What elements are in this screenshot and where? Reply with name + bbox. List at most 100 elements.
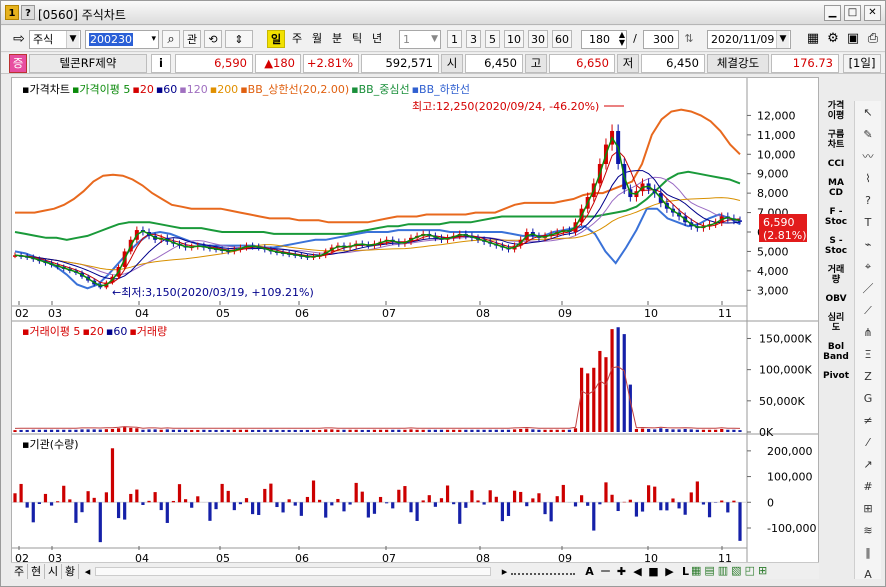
drawing-tool-icon[interactable]: ≋ bbox=[857, 522, 879, 540]
drawing-tool-icon[interactable]: ⋔ bbox=[857, 324, 879, 342]
institution-bar bbox=[318, 499, 322, 503]
zoom-a-button[interactable]: A bbox=[581, 564, 598, 579]
chart-area[interactable]: 12,00011,00010,0009,0008,0007,0006,0005,… bbox=[11, 77, 819, 573]
drawing-tool-icon[interactable]: G bbox=[857, 390, 879, 408]
info-button[interactable]: i bbox=[151, 54, 171, 73]
stop-button[interactable]: ■ bbox=[645, 564, 662, 579]
help-icon[interactable]: ? bbox=[21, 5, 35, 20]
x-month-label: 04 bbox=[135, 307, 149, 320]
volume-bar bbox=[506, 429, 511, 432]
drawing-tool-icon[interactable]: ⁄ bbox=[857, 434, 879, 452]
drawing-tool-icon[interactable]: Ξ bbox=[857, 346, 879, 364]
close-button[interactable]: ✕ bbox=[864, 5, 881, 21]
drawing-tool-icon[interactable]: ⟋ bbox=[857, 302, 879, 320]
print-icon[interactable]: ⎙ bbox=[864, 30, 882, 48]
institution-bar bbox=[311, 480, 316, 503]
stepper-arrows-icon[interactable]: ▲ ▼ bbox=[619, 31, 625, 47]
volume-bar bbox=[391, 429, 395, 432]
search-button[interactable]: ⌕ bbox=[162, 30, 180, 48]
period-minute-button[interactable]: 분 bbox=[329, 30, 345, 48]
stock-code-input[interactable]: 200230 ▾ bbox=[85, 30, 159, 49]
chevron-down-icon[interactable]: ▼ bbox=[431, 31, 438, 48]
export-icons[interactable]: ▦▤▥▧◰⊞ bbox=[691, 564, 819, 578]
drawing-tool-icon[interactable]: ? bbox=[857, 192, 879, 210]
drawing-tool-icon[interactable]: ⌁ bbox=[857, 236, 879, 254]
period-tick-button[interactable]: 틱 bbox=[349, 30, 365, 48]
count-input[interactable]: 180 ▲ ▼ bbox=[581, 30, 627, 49]
scroll-left-icon[interactable]: ◂ bbox=[79, 564, 96, 579]
volume-bar bbox=[732, 429, 736, 432]
tab-hyeon[interactable]: 현 bbox=[28, 564, 45, 579]
drawing-tool-icon[interactable]: ⌇ bbox=[857, 170, 879, 188]
y-tick-label: 100,000 bbox=[767, 471, 813, 484]
chevron-down-icon[interactable]: ▼ bbox=[776, 31, 789, 48]
drawing-tool-icon[interactable]: ‖ bbox=[857, 544, 879, 562]
gwan-button[interactable]: 관 bbox=[183, 30, 201, 48]
period-week-button[interactable]: 주 bbox=[289, 30, 305, 48]
total-input[interactable]: 300 bbox=[643, 30, 679, 49]
date-select[interactable]: 2020/11/09 ▼ bbox=[707, 30, 791, 49]
institution-legend: ▪기관(수량) bbox=[22, 436, 81, 452]
zoom-in-button[interactable]: ✚ bbox=[613, 564, 630, 579]
drawing-tool-icon[interactable]: ⌖ bbox=[857, 258, 879, 276]
window-number-badge[interactable]: 1 bbox=[5, 5, 19, 20]
zoom-out-button[interactable]: ー bbox=[597, 564, 614, 579]
indicator-button[interactable]: Bol Band bbox=[821, 342, 851, 362]
sync-icon[interactable]: ⟲ bbox=[204, 30, 222, 48]
indicator-button[interactable]: MA CD bbox=[821, 178, 851, 198]
indicator-button[interactable]: 심리 도 bbox=[821, 313, 851, 333]
period-day-button[interactable]: 일 bbox=[267, 30, 285, 48]
market-toggle-icon[interactable]: ⇨ bbox=[9, 30, 29, 48]
settings-icon[interactable]: ⇅ bbox=[681, 30, 697, 48]
next-button[interactable]: ▶ bbox=[661, 564, 678, 579]
quick-3-button[interactable]: 3 bbox=[466, 30, 481, 48]
prev-button[interactable]: ◀ bbox=[629, 564, 646, 579]
interval-select[interactable]: 1 ▼ bbox=[399, 30, 441, 49]
drawing-tool-icon[interactable]: Z bbox=[857, 368, 879, 386]
chevron-down-icon[interactable]: ▼ bbox=[66, 31, 79, 48]
quick-1-button[interactable]: 1 bbox=[447, 30, 462, 48]
maximize-button[interactable]: □ bbox=[844, 5, 861, 21]
indicator-button[interactable]: CCI bbox=[821, 159, 851, 169]
drawing-tool-icon[interactable]: ↗ bbox=[857, 456, 879, 474]
indicator-button[interactable]: 구름 차트 bbox=[821, 130, 851, 150]
drawing-tool-icon[interactable]: ⊞ bbox=[857, 500, 879, 518]
indicator-button[interactable]: 가격 이평 bbox=[821, 101, 851, 121]
quick-60-button[interactable]: 60 bbox=[552, 30, 572, 48]
indicator-button[interactable]: Pivot bbox=[821, 371, 851, 381]
drawing-tool-icon[interactable]: A bbox=[857, 566, 879, 584]
save-icon[interactable]: ▣ bbox=[844, 30, 862, 48]
institution-bar bbox=[49, 502, 54, 506]
gear-icon[interactable]: ⚙ bbox=[824, 30, 842, 48]
zoom-slider[interactable] bbox=[511, 569, 575, 575]
tab-hwang[interactable]: 황 bbox=[62, 564, 79, 579]
tab-ju[interactable]: 주 bbox=[11, 564, 28, 579]
stepper-icon[interactable]: ⇕ bbox=[225, 30, 253, 48]
volume-bar bbox=[293, 429, 297, 432]
quick-10-button[interactable]: 10 bbox=[504, 30, 524, 48]
minimize-button[interactable]: ▁ bbox=[824, 5, 841, 21]
market-select[interactable]: 주식 ▼ bbox=[29, 30, 81, 49]
tab-si[interactable]: 시 bbox=[45, 564, 62, 579]
institution-bar bbox=[74, 502, 78, 523]
indicator-button[interactable]: 거래 량 bbox=[821, 265, 851, 285]
building-icon[interactable]: ▦ bbox=[804, 30, 822, 48]
drawing-tool-icon[interactable]: ↖ bbox=[857, 104, 879, 122]
horizontal-scrollbar[interactable] bbox=[95, 567, 491, 576]
volume-bar bbox=[202, 429, 206, 432]
drawing-tool-icon[interactable]: 〰 bbox=[857, 148, 879, 166]
period-month-button[interactable]: 월 bbox=[309, 30, 325, 48]
indicator-button[interactable]: OBV bbox=[821, 294, 851, 304]
quick-30-button[interactable]: 30 bbox=[528, 30, 548, 48]
indicator-button[interactable]: F - Stoc bbox=[821, 207, 851, 227]
indicator-button[interactable]: S - Stoc bbox=[821, 236, 851, 256]
quick-5-button[interactable]: 5 bbox=[485, 30, 500, 48]
drawing-tool-icon[interactable]: ／ bbox=[857, 280, 879, 298]
institution-bar bbox=[287, 499, 291, 503]
chevron-down-icon[interactable]: ▾ bbox=[151, 31, 156, 48]
drawing-tool-icon[interactable]: ✎ bbox=[857, 126, 879, 144]
drawing-tool-icon[interactable]: # bbox=[857, 478, 879, 496]
drawing-tool-icon[interactable]: T bbox=[857, 214, 879, 232]
period-year-button[interactable]: 년 bbox=[369, 30, 385, 48]
drawing-tool-icon[interactable]: ≠ bbox=[857, 412, 879, 430]
